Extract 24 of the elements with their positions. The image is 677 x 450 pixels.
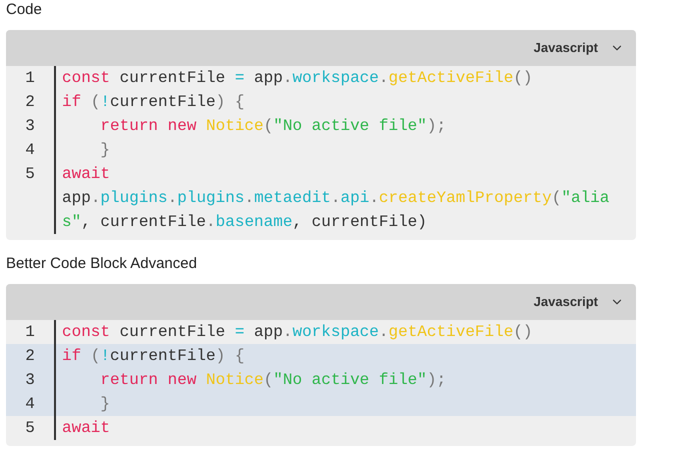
line-number: 3	[25, 116, 35, 137]
code-text: await app.plugins.plugins.metaedit.api.createYamlProperty("alias", currentFile.basename, currentFile)	[62, 164, 610, 233]
line-number: 3	[25, 370, 35, 391]
line-number: 2	[25, 92, 35, 113]
language-selector[interactable]: Javascript	[534, 292, 624, 312]
code-text: if (!currentFile) {	[62, 92, 246, 113]
language-selector[interactable]: Javascript	[534, 38, 624, 58]
code-text: return new Notice("No active file");	[100, 370, 448, 391]
code-text: }	[100, 140, 112, 161]
section-heading: Code	[6, 0, 43, 20]
line-number: 1	[25, 68, 35, 89]
code-text: if (!currentFile) {	[62, 346, 246, 367]
line-number: 5	[25, 418, 35, 439]
code-text: }	[100, 394, 112, 415]
section-heading: Better Code Block Advanced	[6, 254, 198, 274]
code-text: await	[62, 418, 112, 439]
line-number: 2	[25, 346, 35, 367]
code-text: const currentFile = app.workspace.getActiveFile()	[62, 68, 534, 89]
code-text: return new Notice("No active file");	[100, 116, 448, 137]
code-text: const currentFile = app.workspace.getActiveFile()	[62, 322, 534, 343]
line-number: 4	[25, 394, 35, 415]
line-number: 5	[25, 164, 35, 185]
line-number: 4	[25, 140, 35, 161]
line-number: 1	[25, 322, 35, 343]
